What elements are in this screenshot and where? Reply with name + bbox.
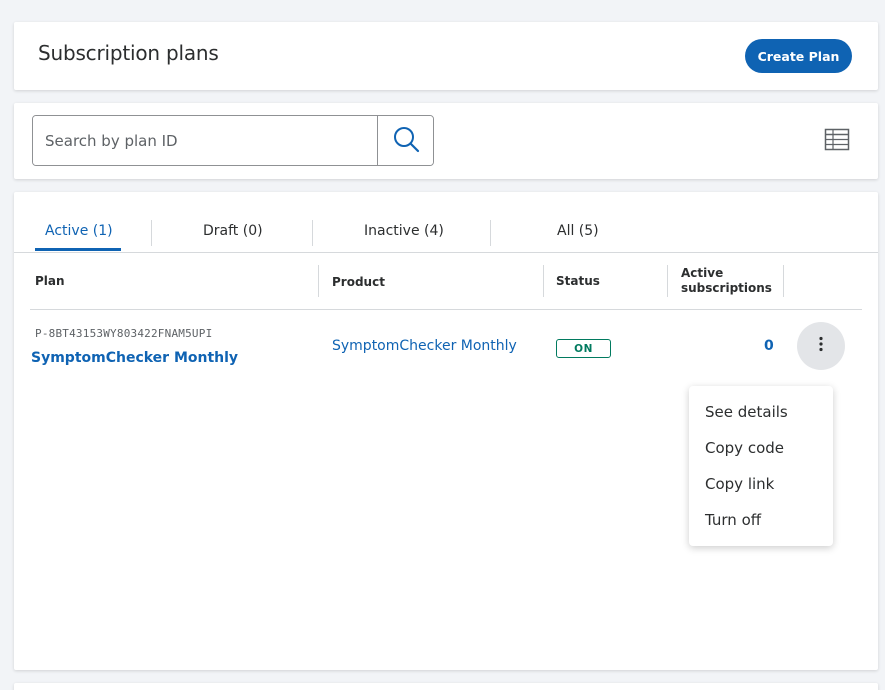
header-card: Subscription plans Create Plan — [14, 22, 878, 90]
column-header-active-subscriptions: Active subscriptions — [681, 266, 772, 296]
column-header-active-line1: Active — [681, 266, 724, 280]
page-title: Subscription plans — [38, 41, 219, 65]
column-header-status: Status — [556, 274, 600, 288]
row-actions-menu: See details Copy code Copy link Turn off — [689, 386, 833, 546]
column-header-product: Product — [332, 275, 385, 289]
search-icon — [392, 125, 420, 157]
column-header-active-line2: subscriptions — [681, 281, 772, 295]
status-tabs: Active (1) Draft (0) Inactive (4) All (5… — [14, 192, 878, 253]
menu-item-copy-code[interactable]: Copy code — [689, 430, 833, 466]
tab-divider — [312, 220, 313, 246]
tab-divider — [151, 220, 152, 246]
tab-all[interactable]: All (5) — [557, 223, 599, 239]
search-input[interactable] — [33, 116, 377, 165]
plan-name-link[interactable]: SymptomChecker Monthly — [31, 350, 238, 366]
more-actions-button[interactable] — [797, 322, 845, 370]
create-plan-button[interactable]: Create Plan — [745, 39, 852, 73]
more-vertical-icon — [818, 336, 824, 356]
search-button[interactable] — [377, 116, 433, 165]
tab-divider — [490, 220, 491, 246]
column-divider — [667, 265, 668, 297]
column-divider — [783, 265, 784, 297]
column-divider — [543, 265, 544, 297]
tab-draft[interactable]: Draft (0) — [203, 223, 263, 239]
active-tab-indicator — [35, 248, 121, 251]
product-link[interactable]: SymptomChecker Monthly — [332, 338, 517, 354]
next-card — [14, 683, 878, 690]
search-box — [32, 115, 434, 166]
tab-inactive[interactable]: Inactive (4) — [364, 223, 444, 239]
table-grid-icon — [824, 128, 850, 157]
table-view-toggle[interactable] — [824, 127, 850, 153]
plan-id: P-8BT43153WY803422FNAM5UPI — [35, 327, 213, 340]
search-card — [14, 103, 878, 179]
active-subscriptions-count[interactable]: 0 — [764, 338, 774, 354]
column-header-plan: Plan — [35, 274, 65, 288]
menu-item-copy-link[interactable]: Copy link — [689, 466, 833, 502]
table-header-divider — [30, 309, 862, 310]
menu-item-see-details[interactable]: See details — [689, 394, 833, 430]
status-badge: ON — [556, 339, 611, 358]
menu-item-turn-off[interactable]: Turn off — [689, 502, 833, 538]
plans-table-card: Active (1) Draft (0) Inactive (4) All (5… — [14, 192, 878, 670]
tab-active[interactable]: Active (1) — [45, 223, 113, 239]
column-divider — [318, 265, 319, 297]
